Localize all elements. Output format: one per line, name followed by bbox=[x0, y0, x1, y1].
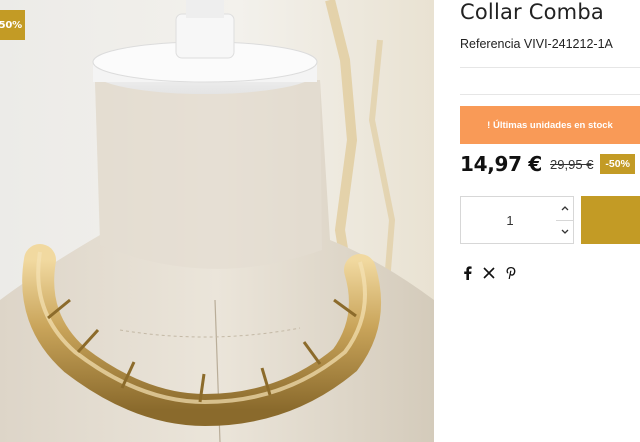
pinterest-icon[interactable] bbox=[504, 266, 518, 280]
image-discount-badge: 50% bbox=[0, 10, 25, 40]
social-share bbox=[460, 266, 526, 280]
x-twitter-icon[interactable] bbox=[482, 266, 496, 280]
price-row: 14,97 € 29,95 € -50% bbox=[460, 152, 635, 176]
divider bbox=[460, 94, 640, 95]
product-info: Collar Comba Referencia VIVI-241212-1A !… bbox=[434, 0, 640, 442]
chevron-down-icon bbox=[561, 229, 568, 234]
facebook-icon[interactable] bbox=[460, 266, 474, 280]
stock-warning-banner: ! Últimas unidades en stock bbox=[460, 106, 640, 144]
product-title: Collar Comba bbox=[460, 0, 604, 24]
product-image[interactable]: 50% bbox=[0, 0, 434, 442]
add-to-cart-button[interactable] bbox=[581, 196, 640, 244]
decrease-quantity-button[interactable] bbox=[556, 220, 573, 243]
old-price: 29,95 € bbox=[550, 156, 594, 172]
divider bbox=[460, 67, 640, 68]
chevron-up-icon bbox=[561, 206, 568, 211]
product-reference: Referencia VIVI-241212-1A bbox=[460, 37, 613, 51]
discount-badge: -50% bbox=[600, 154, 635, 174]
current-price: 14,97 € bbox=[460, 152, 543, 176]
product-photo bbox=[0, 0, 434, 442]
quantity-stepper[interactable] bbox=[556, 196, 574, 244]
quantity-input[interactable] bbox=[461, 197, 559, 243]
quantity-field[interactable] bbox=[460, 196, 559, 244]
increase-quantity-button[interactable] bbox=[556, 197, 573, 221]
